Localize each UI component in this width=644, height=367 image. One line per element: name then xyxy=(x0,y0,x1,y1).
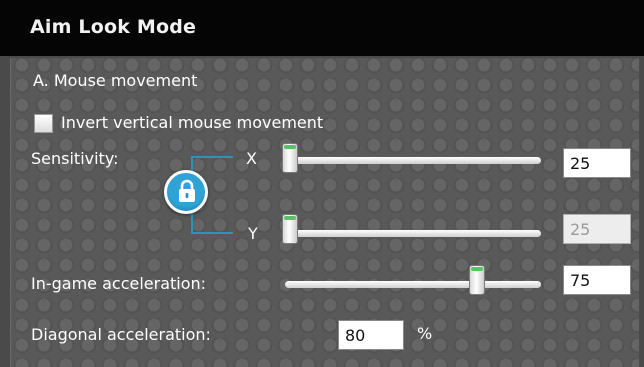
sensitivity-y-axis-label: Y xyxy=(248,224,258,243)
settings-panel: A. Mouse movement Invert vertical mouse … xyxy=(10,58,639,367)
ingame-acceleration-slider-track[interactable] xyxy=(285,281,541,288)
window-title: Aim Look Mode xyxy=(30,16,197,38)
sensitivity-y-slider-track[interactable] xyxy=(291,230,541,237)
sensitivity-x-slider-track[interactable] xyxy=(291,157,541,164)
ingame-acceleration-input[interactable] xyxy=(563,265,631,295)
sensitivity-lock-toggle[interactable] xyxy=(164,170,208,214)
diagonal-acceleration-label: Diagonal acceleration: xyxy=(31,325,211,344)
padlock-icon xyxy=(179,179,195,202)
sensitivity-y-input xyxy=(563,214,631,244)
lock-bracket-bottom xyxy=(191,210,233,234)
sensitivity-y-slider-thumb[interactable] xyxy=(282,214,298,244)
sensitivity-label: Sensitivity: xyxy=(31,149,119,168)
sensitivity-x-input[interactable] xyxy=(563,148,631,178)
diagonal-acceleration-input[interactable] xyxy=(338,320,404,350)
ingame-acceleration-label: In-game acceleration: xyxy=(31,274,207,293)
percent-unit-label: % xyxy=(417,324,433,343)
sensitivity-x-slider-thumb[interactable] xyxy=(282,143,298,173)
ingame-acceleration-slider-thumb[interactable] xyxy=(469,265,485,295)
sensitivity-x-axis-label: X xyxy=(246,149,257,168)
title-bar: Aim Look Mode xyxy=(0,0,644,56)
section-label-mouse-movement: A. Mouse movement xyxy=(33,71,198,90)
invert-vertical-label[interactable]: Invert vertical mouse movement xyxy=(61,113,323,132)
invert-vertical-checkbox[interactable] xyxy=(34,114,53,133)
aim-look-mode-window: Aim Look Mode A. Mouse movement Invert v… xyxy=(0,0,644,367)
